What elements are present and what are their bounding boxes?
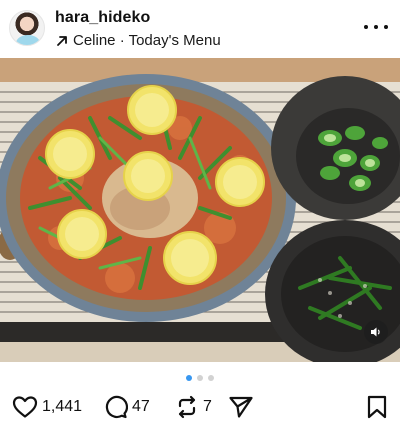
arrow-up-right-icon <box>57 35 67 46</box>
repost-icon <box>178 395 196 419</box>
bookmark-icon <box>367 395 387 419</box>
sound-toggle-button[interactable] <box>364 320 388 344</box>
post-actions: 1,441 47 7 <box>0 393 400 421</box>
food-photo-illustration <box>0 58 400 362</box>
send-icon <box>229 396 253 418</box>
carousel-dot-2 <box>197 375 203 381</box>
comment-count: 47 <box>132 398 150 415</box>
username[interactable]: hara_hideko <box>55 9 150 27</box>
repost-button[interactable]: 7 <box>175 395 212 419</box>
post-photo[interactable] <box>0 58 400 362</box>
carousel-dot-1 <box>186 375 192 381</box>
repost-count: 7 <box>203 398 212 415</box>
heart-icon <box>12 396 38 418</box>
bookmark-button[interactable] <box>366 395 388 421</box>
comment-button[interactable]: 47 <box>104 395 150 419</box>
share-button[interactable] <box>228 395 254 419</box>
avatar[interactable] <box>9 10 45 46</box>
location-line[interactable]: Celine · Today's Menu <box>55 32 221 49</box>
comment-bubble-icon <box>105 395 128 419</box>
speaker-icon <box>371 327 380 337</box>
post-header: hara_hideko Celine · Today's Menu <box>0 0 400 56</box>
carousel-indicator <box>0 375 400 383</box>
like-button[interactable]: 1,441 <box>12 395 82 419</box>
carousel-dot-3 <box>208 375 214 381</box>
more-horizontal-icon[interactable] <box>364 17 388 37</box>
like-count: 1,441 <box>42 398 83 415</box>
location-text: Celine · Today's Menu <box>73 32 221 49</box>
